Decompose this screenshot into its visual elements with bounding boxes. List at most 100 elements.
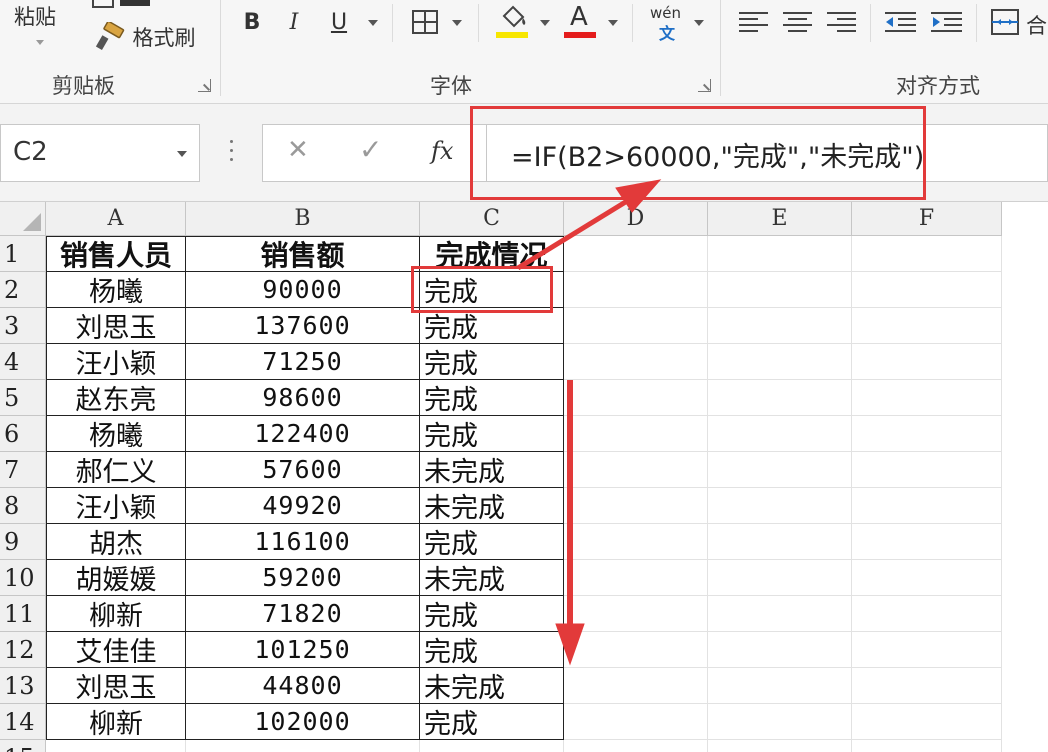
cell-sales-amount[interactable]: 44800 [186,668,420,704]
font-launcher-icon[interactable] [698,79,711,92]
cell-sales-amount[interactable]: 57600 [186,452,420,488]
increase-indent-icon[interactable] [930,10,964,34]
row-header-3[interactable]: 3 [0,308,46,344]
format-painter-button[interactable]: 格式刷 [86,20,204,54]
cell-salesperson[interactable]: 柳新 [46,704,186,740]
cell-salesperson[interactable]: 刘思玉 [46,308,186,344]
empty-cell[interactable] [708,344,852,380]
font-color-button[interactable]: A [564,2,598,40]
cell-sales-amount[interactable]: 49920 [186,488,420,524]
column-header-b[interactable]: B [186,202,420,236]
row-header-5[interactable]: 5 [0,380,46,416]
row-header-10[interactable]: 10 [0,560,46,596]
empty-cell[interactable] [708,272,852,308]
paste-dropdown-icon[interactable] [36,40,44,45]
empty-cell[interactable] [852,380,1002,416]
cell-completion-status[interactable]: 完成 [420,308,564,344]
column-header-d[interactable]: D [564,202,708,236]
empty-cell[interactable] [852,524,1002,560]
row-header-6[interactable]: 6 [0,416,46,452]
empty-cell[interactable] [564,632,708,668]
empty-cell[interactable] [708,416,852,452]
cell-salesperson[interactable]: 杨曦 [46,272,186,308]
empty-cell[interactable] [708,524,852,560]
empty-cell[interactable] [564,416,708,452]
empty-cell[interactable] [852,632,1002,668]
cell-completion-status[interactable]: 未完成 [420,668,564,704]
empty-cell[interactable] [564,452,708,488]
row-header-13[interactable]: 13 [0,668,46,704]
header-cell-a[interactable]: 销售人员 [46,236,186,272]
empty-cell[interactable] [852,560,1002,596]
row-header-15[interactable]: 15 [0,740,46,752]
cell-sales-amount[interactable]: 101250 [186,632,420,668]
cell-sales-amount[interactable]: 116100 [186,524,420,560]
cell-sales-amount[interactable]: 59200 [186,560,420,596]
empty-cell[interactable] [708,380,852,416]
empty-cell[interactable] [708,740,852,752]
fill-color-icon[interactable] [496,4,530,40]
cell-sales-amount[interactable]: 71820 [186,596,420,632]
cell-completion-status[interactable]: 完成 [420,524,564,560]
column-header-e[interactable]: E [708,202,852,236]
empty-cell[interactable] [852,740,1002,752]
merge-center-icon[interactable] [990,8,1020,36]
decrease-indent-icon[interactable] [884,10,918,34]
empty-cell[interactable] [564,596,708,632]
cell-completion-status[interactable]: 完成 [420,632,564,668]
insert-function-icon[interactable]: fx [431,137,453,165]
cell-salesperson[interactable]: 杨曦 [46,416,186,452]
align-left-icon[interactable] [738,10,770,34]
row-header-2[interactable]: 2 [0,272,46,308]
empty-cell[interactable] [564,560,708,596]
cell-completion-status[interactable]: 未完成 [420,488,564,524]
copy-icon[interactable] [92,0,114,8]
column-header-a[interactable]: A [46,202,186,236]
row-header-9[interactable]: 9 [0,524,46,560]
cell-completion-status[interactable]: 完成 [420,416,564,452]
copy-label-partial[interactable] [120,0,150,6]
select-all-button[interactable] [0,202,46,236]
font-color-dropdown-icon[interactable] [608,20,618,26]
cell-completion-status[interactable]: 完成 [420,704,564,740]
row-header-12[interactable]: 12 [0,632,46,668]
row-header-4[interactable]: 4 [0,344,46,380]
empty-cell[interactable] [852,668,1002,704]
cell-completion-status[interactable]: 完成 [420,344,564,380]
column-header-f[interactable]: F [852,202,1002,236]
empty-cell[interactable] [708,452,852,488]
cancel-icon[interactable]: ✕ [287,135,309,165]
borders-icon[interactable] [412,10,438,34]
empty-cell[interactable] [852,452,1002,488]
align-right-icon[interactable] [826,10,858,34]
empty-cell[interactable] [420,740,564,752]
column-header-c[interactable]: C [420,202,564,236]
underline-dropdown-icon[interactable] [368,20,378,26]
empty-cell[interactable] [852,272,1002,308]
enter-icon[interactable]: ✓ [359,133,382,166]
empty-cell[interactable] [852,596,1002,632]
clipboard-launcher-icon[interactable] [198,79,211,92]
underline-button[interactable]: U [322,4,356,40]
cell-salesperson[interactable]: 胡杰 [46,524,186,560]
empty-cell[interactable] [708,668,852,704]
empty-cell[interactable] [564,272,708,308]
phonetic-dropdown-icon[interactable] [694,20,704,26]
paste-button[interactable]: 粘贴 [0,0,70,32]
empty-cell[interactable] [564,236,708,272]
empty-cell[interactable] [564,704,708,740]
empty-cell[interactable] [708,308,852,344]
empty-cell[interactable] [708,596,852,632]
empty-cell[interactable] [186,740,420,752]
empty-cell[interactable] [564,344,708,380]
empty-cell[interactable] [852,704,1002,740]
empty-cell[interactable] [708,488,852,524]
fill-color-dropdown-icon[interactable] [540,20,550,26]
formula-bar-grip-icon[interactable] [230,140,234,166]
name-box[interactable]: C2 [0,124,200,182]
empty-cell[interactable] [564,740,708,752]
row-header-14[interactable]: 14 [0,704,46,740]
bold-button[interactable]: B [236,4,268,40]
empty-cell[interactable] [852,236,1002,272]
cell-salesperson[interactable]: 刘思玉 [46,668,186,704]
